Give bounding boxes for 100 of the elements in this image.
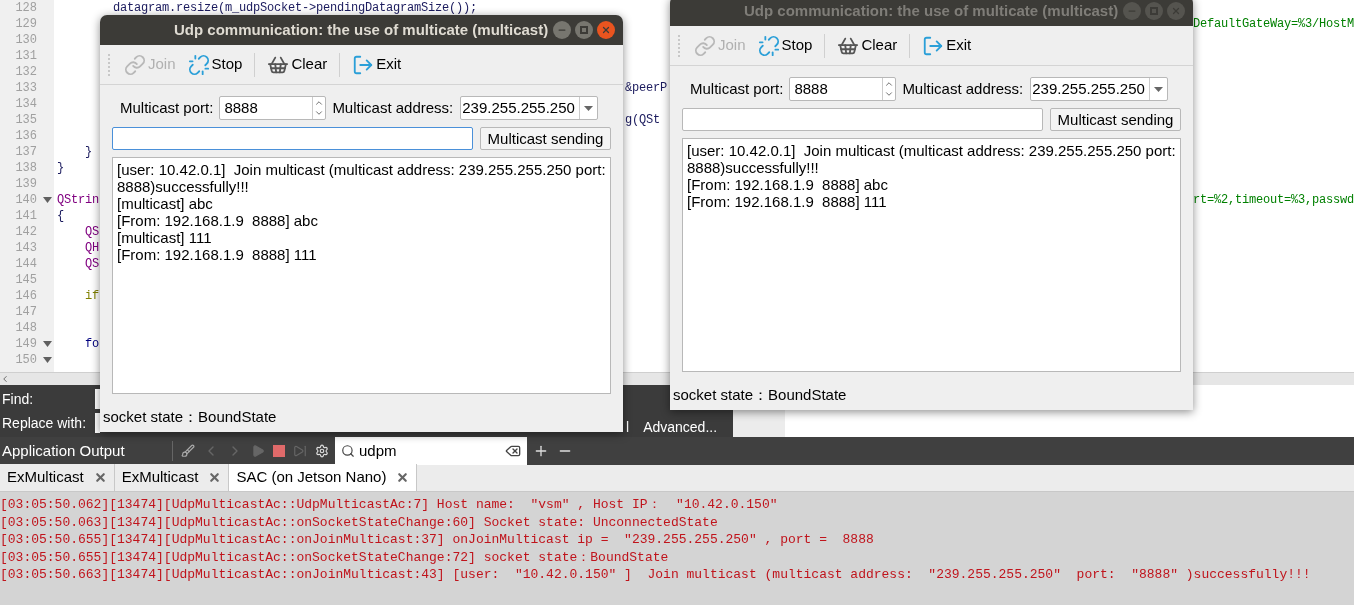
log-line: [03:05:50.063][13474][UdpMulticastAc::onSocketStateChange:60] Socket state: UnconnectedState xyxy=(0,513,719,531)
settings-icon[interactable] xyxy=(315,444,329,458)
log-line: [03:05:50.663][13474][UdpMulticastAc::onJoinMulticast:43] [user: "10.42.0.150" ] Join multicast (multicast address: "239.255.255.250" port: "8888" )successfully!!! xyxy=(0,566,1312,584)
send-button[interactable]: Multicast sending xyxy=(480,127,611,150)
port-spinbox[interactable]: 8888 xyxy=(789,77,897,101)
toolbar-button[interactable]: Clear xyxy=(267,53,328,76)
pane-title: Application Output xyxy=(1,440,126,461)
code-text: g(QSt xyxy=(624,114,660,126)
log-line: [03:05:50.655][13474][UdpMulticastAc::onJoinMulticast:37] onJoinMulticast ip = "239.255.255.250" , port = 8888 xyxy=(0,531,875,549)
play-icon[interactable] xyxy=(251,444,265,458)
line-number: 132 xyxy=(14,65,37,79)
log-text: [From: 192.168.1.9 8888] abc xyxy=(117,212,319,229)
line-number: 141 xyxy=(14,209,37,223)
port-spinbox[interactable]: 8888 xyxy=(219,96,327,120)
scroll-left-icon[interactable] xyxy=(0,374,10,384)
fold-arrow-icon[interactable] xyxy=(43,197,52,203)
toolbar-button[interactable]: Exit xyxy=(922,34,972,57)
log-line: [03:05:50.062][13474][UdpMulticastAc::UdpMulticastAc:7] Host name: "vsm" , Host IP： "10.42.0.150" xyxy=(0,496,779,514)
line-number: 147 xyxy=(14,305,37,319)
line-number: 140 xyxy=(14,193,37,207)
line-number: 148 xyxy=(14,321,37,335)
line-number: 129 xyxy=(14,17,37,31)
spin-up-icon[interactable] xyxy=(314,98,325,108)
find-field[interactable] xyxy=(95,389,100,409)
log-text: [From: 192.168.1.9 8888] 111 xyxy=(117,246,318,263)
line-number: 139 xyxy=(14,177,37,191)
close-icon xyxy=(601,25,611,35)
brush-icon[interactable] xyxy=(181,444,195,458)
toolbar-grip[interactable] xyxy=(678,34,682,57)
step-icon[interactable] xyxy=(293,444,307,458)
code-text: DefaultGateWay=%3/HostM xyxy=(1192,18,1354,30)
port-label: Multicast port: xyxy=(690,78,784,99)
toolbar-button[interactable]: Exit xyxy=(352,53,402,76)
line-number: 136 xyxy=(14,129,37,143)
clear-icon[interactable] xyxy=(505,443,521,459)
close-button[interactable] xyxy=(597,21,615,39)
replace-field[interactable] xyxy=(95,413,100,433)
code-text: { xyxy=(56,210,64,222)
toolbar-grip[interactable] xyxy=(108,53,112,76)
output-tab[interactable]: SAC (on Jetson Nano) xyxy=(229,464,418,491)
spin-down-icon[interactable] xyxy=(314,108,325,118)
fold-arrow-icon[interactable] xyxy=(43,341,52,347)
line-number: 133 xyxy=(14,81,37,95)
log-text: [user: 10.42.0.1] Join multicast (multicast address: 239.255.255.250 port: 8888)successfully!!! xyxy=(687,142,1176,176)
output-tab[interactable]: ExMulticast xyxy=(114,464,230,491)
address-combo[interactable]: 239.255.255.250 xyxy=(460,96,599,120)
line-number: 144 xyxy=(14,257,37,271)
add-icon[interactable] xyxy=(533,443,549,459)
close-tab-icon[interactable] xyxy=(93,471,107,484)
code-text: fo xyxy=(83,338,99,350)
find-bar-button[interactable]: Advanced... xyxy=(643,418,718,436)
line-number: 137 xyxy=(14,145,37,159)
code-text: QStrin xyxy=(56,194,99,206)
message-input[interactable] xyxy=(112,127,473,150)
toolbar-button[interactable]: Stop xyxy=(757,34,813,57)
search-field[interactable]: udpm xyxy=(335,437,527,465)
dropdown-caret-icon xyxy=(1154,86,1164,92)
door-exit-icon xyxy=(352,53,375,76)
minimize-button[interactable] xyxy=(1123,2,1141,20)
line-number: 142 xyxy=(14,225,37,239)
maximize-button[interactable] xyxy=(575,21,593,39)
output-tab[interactable]: ExMulticast xyxy=(0,464,115,491)
close-tab-icon[interactable] xyxy=(208,471,222,484)
dropdown-caret-icon xyxy=(584,105,594,111)
window-title: Udp communication: the use of multicate (multicast) xyxy=(744,0,1120,21)
line-number: 134 xyxy=(14,97,37,111)
find-bar-button[interactable]: l xyxy=(626,418,630,436)
maximize-icon xyxy=(580,26,588,34)
log-text: [multicast] 111 xyxy=(117,229,213,246)
code-text: QH xyxy=(83,242,99,254)
log-text: [From: 192.168.1.9 8888] abc xyxy=(687,176,889,193)
line-number: 149 xyxy=(14,337,37,351)
line-number: 138 xyxy=(14,161,37,175)
line-number: 128 xyxy=(14,1,37,15)
close-button[interactable] xyxy=(1167,2,1185,20)
find-label: Find: xyxy=(2,390,35,408)
toolbar-button[interactable]: Clear xyxy=(837,34,898,57)
send-button[interactable]: Multicast sending xyxy=(1050,108,1181,131)
address-combo[interactable]: 239.255.255.250 xyxy=(1030,77,1169,101)
toolbar-button[interactable]: Stop xyxy=(187,53,243,76)
code-text: } xyxy=(83,146,92,158)
window-title: Udp communication: the use of multicate (multicast) xyxy=(174,19,550,40)
minimize-button[interactable] xyxy=(553,21,571,39)
spin-up-icon[interactable] xyxy=(884,79,895,89)
message-input[interactable] xyxy=(682,108,1043,131)
code-text: if xyxy=(83,290,99,302)
maximize-button[interactable] xyxy=(1145,2,1163,20)
close-tab-icon[interactable] xyxy=(396,471,410,484)
door-exit-icon xyxy=(922,34,945,57)
log-text: [multicast] abc xyxy=(117,195,214,212)
log-text: [From: 192.168.1.9 8888] 111 xyxy=(687,193,888,210)
line-number: 143 xyxy=(14,241,37,255)
line-number: 145 xyxy=(14,273,37,287)
log-text: [user: 10.42.0.1] Join multicast (multicast address: 239.255.255.250 port: 8888)successfully!!! xyxy=(117,161,606,195)
log-line: [03:05:50.655][13474][UdpMulticastAc::onSocketStateChange:72] socket state：BoundState xyxy=(0,548,670,566)
spin-down-icon[interactable] xyxy=(884,89,895,99)
line-number: 146 xyxy=(14,289,37,303)
fold-arrow-icon[interactable] xyxy=(43,357,52,363)
status-text: socket state：BoundState xyxy=(102,408,278,426)
code-text: QS xyxy=(83,226,99,238)
